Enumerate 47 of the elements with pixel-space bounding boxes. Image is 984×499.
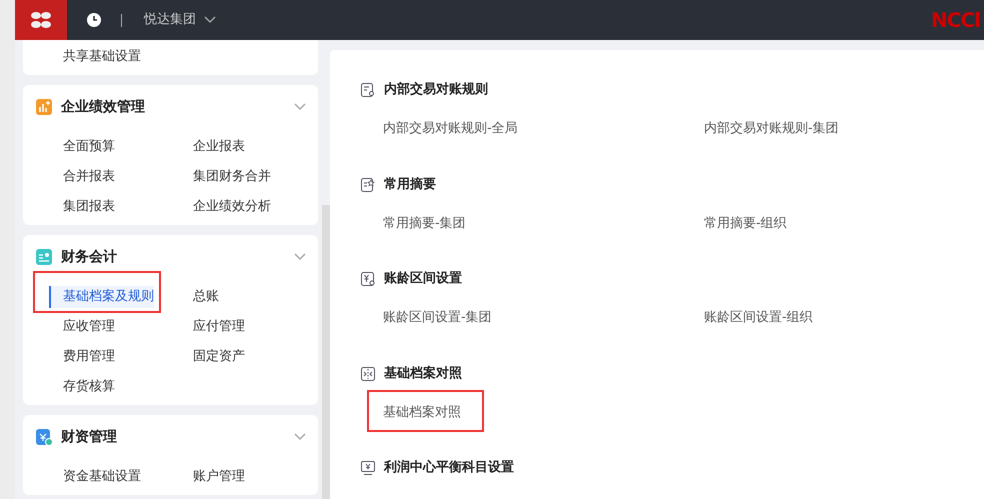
- menu-item[interactable]: 集团报表: [49, 196, 115, 218]
- brand-logo: NCCl: [931, 7, 980, 34]
- chart-icon: [35, 98, 53, 116]
- menu-item[interactable]: 企业报表: [179, 136, 245, 158]
- menu-link[interactable]: 内部交易对账规则-集团: [704, 119, 839, 138]
- section-title: 账龄区间设置: [384, 270, 462, 288]
- chevron-icon[interactable]: [294, 103, 306, 111]
- menu-link[interactable]: 常用摘要-组织: [704, 214, 787, 233]
- group-title: 企业绩效管理: [61, 98, 145, 116]
- menu-item[interactable]: 合并报表: [49, 166, 115, 188]
- menu-item[interactable]: 企业绩效分析: [179, 196, 271, 218]
- menu-item[interactable]: 应付管理: [179, 316, 245, 338]
- group-title: 财资管理: [61, 428, 117, 446]
- menu-link[interactable]: 账龄区间设置-集团: [383, 308, 492, 328]
- menu-item[interactable]: 集团财务合并: [179, 166, 271, 188]
- menu-link[interactable]: 基础档案对照: [383, 402, 461, 422]
- menu-item[interactable]: 全面预算: [49, 136, 115, 158]
- chevron-icon[interactable]: [294, 253, 306, 261]
- clock-icon[interactable]: [87, 13, 101, 27]
- chevron-icon[interactable]: [294, 433, 306, 441]
- organization-selector[interactable]: 悦达集团: [144, 10, 196, 30]
- menu-link[interactable]: 内部交易对账规则-全局: [383, 119, 518, 138]
- menu-item[interactable]: 存货核算: [49, 376, 115, 398]
- scrollbar[interactable]: [322, 205, 330, 499]
- group-title: 财务会计: [61, 248, 117, 266]
- monitor-icon: [360, 460, 376, 476]
- menu-link[interactable]: 常用摘要-集团: [383, 214, 466, 233]
- menu-item[interactable]: 应收管理: [49, 316, 115, 338]
- menu-link[interactable]: 账龄区间设置-组织: [704, 308, 813, 328]
- ledger-icon: [35, 248, 53, 266]
- section-title: 基础档案对照: [384, 364, 462, 383]
- logo-icon[interactable]: [15, 0, 67, 40]
- menu-item[interactable]: 资金基础设置: [49, 466, 141, 488]
- menu-item[interactable]: 总账: [179, 286, 219, 308]
- money-icon: [35, 428, 53, 446]
- menu-item[interactable]: 基础档案及规则: [49, 286, 154, 308]
- section-title: 常用摘要: [384, 176, 436, 194]
- menu-item[interactable]: 共享基础设置: [49, 46, 141, 68]
- menu-item[interactable]: 费用管理: [49, 346, 115, 368]
- menu-item[interactable]: 账户管理: [179, 466, 245, 488]
- menu-item[interactable]: 固定资产: [179, 346, 245, 368]
- section-title: 内部交易对账规则: [384, 80, 488, 100]
- yen-icon: [360, 271, 376, 287]
- compare-icon: [360, 366, 376, 382]
- document-icon: [360, 82, 376, 98]
- caret-icon[interactable]: [204, 16, 216, 24]
- section-title: 利润中心平衡科目设置: [384, 458, 514, 478]
